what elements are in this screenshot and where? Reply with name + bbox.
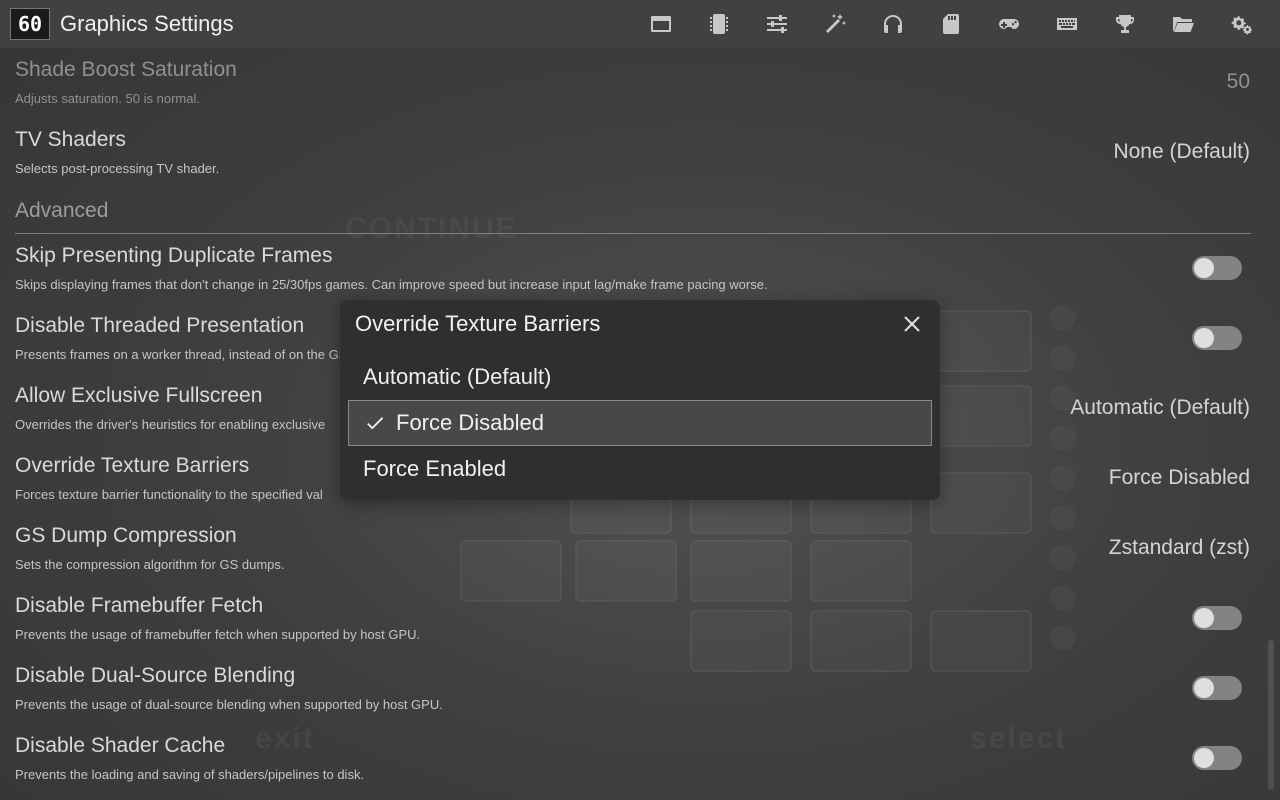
window-icon[interactable] xyxy=(632,0,690,48)
option-force-disabled[interactable]: Force Disabled xyxy=(348,400,932,446)
gears-icon[interactable] xyxy=(1212,0,1270,48)
keyboard-icon[interactable] xyxy=(1038,0,1096,48)
option-automatic[interactable]: Automatic (Default) xyxy=(348,354,932,400)
gamepad-icon[interactable] xyxy=(980,0,1038,48)
memory-card-icon[interactable] xyxy=(922,0,980,48)
dialog-title: Override Texture Barriers xyxy=(355,311,601,336)
folder-icon[interactable] xyxy=(1154,0,1212,48)
trophy-icon[interactable] xyxy=(1096,0,1154,48)
option-picker-dialog: Override Texture Barriers Automatic (Def… xyxy=(340,300,940,500)
option-label: Force Disabled xyxy=(396,410,544,435)
top-bar: 60 Graphics Settings xyxy=(0,0,1280,48)
headphones-icon[interactable] xyxy=(864,0,922,48)
page-title: Graphics Settings xyxy=(60,11,234,36)
chip-icon[interactable] xyxy=(690,0,748,48)
option-label: Automatic (Default) xyxy=(363,364,552,389)
app-window: CONTINUE exit select 60 Graphics Setting… xyxy=(0,0,1280,800)
sliders-icon[interactable] xyxy=(748,0,806,48)
close-button[interactable] xyxy=(900,312,924,336)
close-icon xyxy=(904,316,920,332)
fps-counter: 60 xyxy=(10,8,50,40)
magic-wand-icon[interactable] xyxy=(806,0,864,48)
option-label: Force Enabled xyxy=(363,456,507,481)
settings-category-toolbar xyxy=(632,0,1270,48)
checkmark-icon xyxy=(364,412,386,434)
option-force-enabled[interactable]: Force Enabled xyxy=(348,446,932,492)
